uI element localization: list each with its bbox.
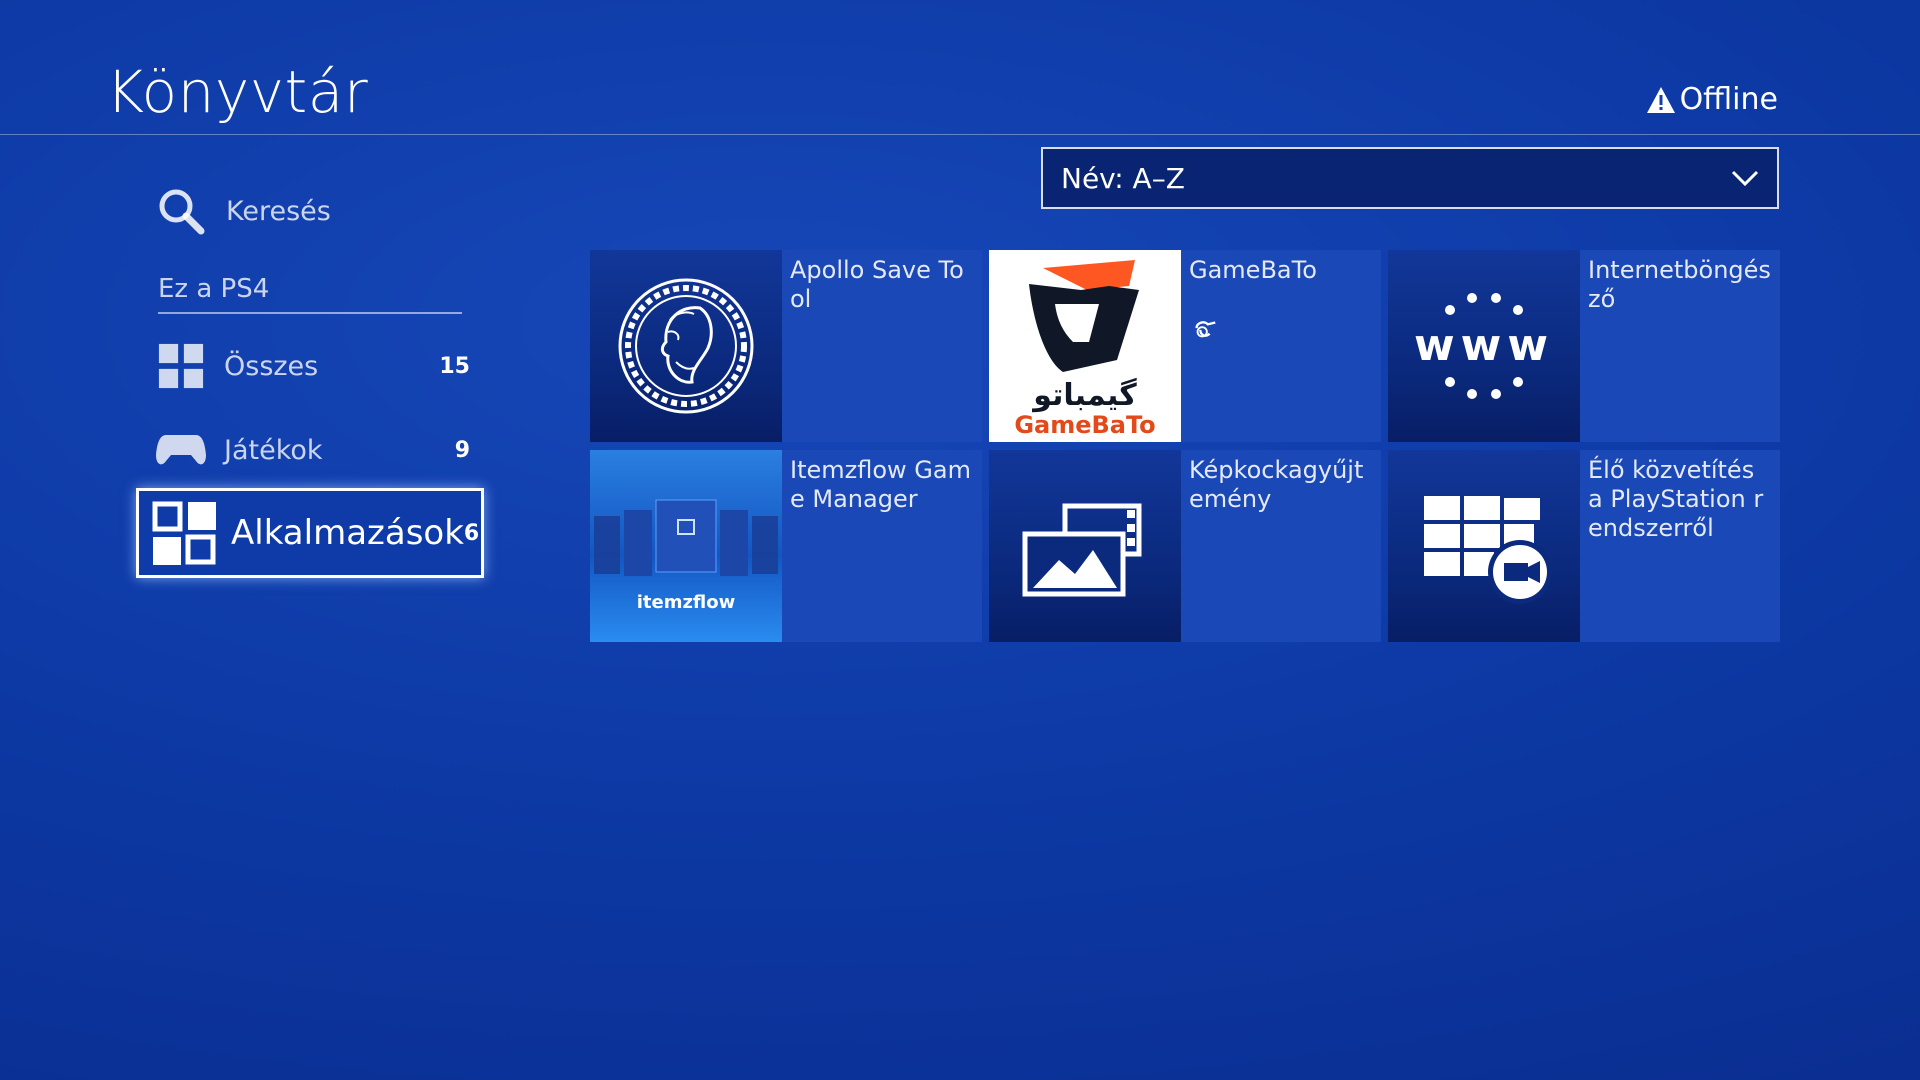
sort-dropdown[interactable]: Név: A–Z	[1041, 147, 1779, 209]
app-tile-live-broadcast[interactable]: Élő közvetítés a PlayStation rendszerről	[1388, 450, 1780, 642]
apps-icon	[151, 500, 217, 566]
section-divider	[158, 312, 462, 314]
svg-text:www: www	[1414, 320, 1554, 371]
www-browser-icon: www	[1388, 250, 1580, 442]
sidebar-item-games[interactable]: Játékok 9	[156, 420, 470, 480]
sort-value: Név: A–Z	[1061, 161, 1185, 195]
search-icon	[159, 189, 205, 235]
itemzflow-icon: itemzflow	[590, 450, 782, 642]
search-button[interactable]: Keresés	[156, 186, 331, 236]
gamepad-icon	[156, 425, 206, 475]
app-tile-apollo[interactable]: Apollo Save Tool	[590, 250, 982, 442]
chevron-down-icon	[1731, 170, 1759, 187]
gamebato-logo: گیمباتو GameBaTo	[989, 250, 1181, 442]
svg-text:گیمباتو: گیمباتو	[1031, 377, 1137, 413]
header-divider	[0, 134, 1920, 135]
app-tile-itemzflow[interactable]: itemzflow Itemzflow Game Manager	[590, 450, 982, 642]
svg-text:itemzflow: itemzflow	[637, 592, 736, 613]
sidebar-item-all[interactable]: Összes 15	[156, 336, 470, 396]
sidebar-item-label: Összes	[224, 350, 319, 382]
svg-text:GameBaTo: GameBaTo	[1014, 411, 1155, 439]
app-name: Apollo Save Tool	[790, 256, 964, 313]
apollo-medallion-icon	[590, 250, 782, 442]
offline-label: Offline	[1679, 82, 1778, 117]
app-name: Internetböngésző	[1588, 256, 1771, 313]
search-label: Keresés	[226, 195, 331, 227]
capture-gallery-icon	[989, 450, 1181, 642]
app-name: GameBaTo	[1189, 256, 1317, 284]
app-name: Itemzflow Game Manager	[790, 456, 971, 513]
sidebar-item-label: Játékok	[224, 434, 323, 466]
app-tile-gamebato[interactable]: گیمباتو GameBaTo GameBaTo	[989, 250, 1381, 442]
warning-icon	[1646, 86, 1675, 113]
sidebar-item-apps[interactable]: Alkalmazások 6	[136, 488, 484, 578]
sidebar-item-count: 15	[439, 353, 470, 379]
app-name: Élő közvetítés a PlayStation rendszerről	[1588, 456, 1764, 542]
app-tile-browser[interactable]: www Internetböngésző	[1388, 250, 1780, 442]
offline-status: Offline	[1646, 82, 1778, 117]
sidebar-item-count: 6	[463, 520, 480, 546]
app-tile-capture-gallery[interactable]: Képkockagyűjtemény	[989, 450, 1381, 642]
grid-icon	[156, 341, 206, 391]
app-name: Képkockagyűjtemény	[1189, 456, 1364, 513]
hand-cursor-icon	[1195, 321, 1216, 338]
sidebar-item-label: Alkalmazások	[231, 513, 464, 553]
sidebar-item-count: 9	[454, 437, 470, 463]
page-title: Könyvtár	[106, 58, 369, 126]
remote-play-icon	[1388, 450, 1580, 642]
section-label: Ez a PS4	[158, 274, 270, 304]
